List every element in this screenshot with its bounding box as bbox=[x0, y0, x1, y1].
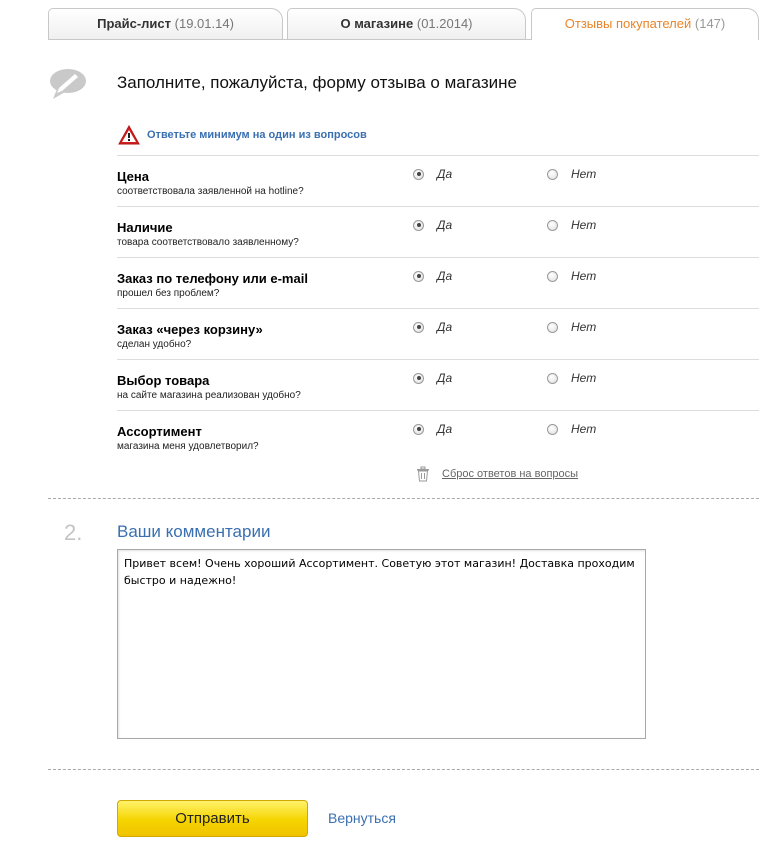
back-link[interactable]: Вернуться bbox=[328, 810, 396, 826]
question-title: Цена bbox=[117, 169, 149, 184]
tab-price-list[interactable]: Прайс-лист (19.01.14) bbox=[48, 8, 283, 39]
answer-no-label: Нет bbox=[571, 371, 597, 385]
tab-reviews-count: (147) bbox=[694, 16, 726, 31]
form-title: Заполните, пожалуйста, форму отзыва о ма… bbox=[117, 73, 517, 92]
radio-unchecked-icon[interactable] bbox=[547, 270, 558, 282]
answer-yes-label: Да bbox=[437, 422, 453, 436]
question-subtitle: сделан удобно? bbox=[117, 339, 192, 350]
answer-no-label: Нет bbox=[571, 218, 597, 232]
radio-checked-icon[interactable] bbox=[413, 321, 424, 333]
question-row-assortment: Ассортимент магазина меня удовлетворил? … bbox=[117, 410, 759, 461]
submit-button[interactable]: Отправить bbox=[117, 800, 308, 837]
question-row-price: Цена соответствовала заявленной на hotli… bbox=[117, 155, 759, 206]
answer-no-label: Нет bbox=[571, 167, 597, 181]
question-subtitle: товара соответствовало заявленному? bbox=[117, 237, 299, 248]
reset-answers-link[interactable]: Сброс ответов на вопросы bbox=[416, 466, 578, 482]
comments-title: Ваши комментарии bbox=[117, 522, 271, 541]
answer-yes-label: Да bbox=[437, 167, 453, 181]
radio-unchecked-icon[interactable] bbox=[547, 321, 558, 333]
answer-no-label: Нет bbox=[571, 269, 597, 283]
question-subtitle: магазина меня удовлетворил? bbox=[117, 441, 259, 452]
question-subtitle: соответствовала заявленной на hotline? bbox=[117, 186, 304, 197]
tab-bar: Прайс-лист (19.01.14) О магазине (01.201… bbox=[0, 0, 759, 40]
answer-no-radio[interactable]: Нет bbox=[547, 422, 596, 436]
tab-reviews[interactable]: Отзывы покупателей (147) bbox=[531, 8, 759, 40]
tab-price-list-date: (19.01.14) bbox=[174, 16, 234, 31]
answer-yes-radio[interactable]: Да bbox=[413, 320, 452, 334]
section-divider bbox=[48, 769, 759, 770]
radio-unchecked-icon[interactable] bbox=[547, 219, 558, 231]
answer-yes-label: Да bbox=[437, 269, 453, 283]
answer-yes-label: Да bbox=[437, 371, 453, 385]
question-subtitle: прошел без проблем? bbox=[117, 288, 220, 299]
question-subtitle: на сайте магазина реализован удобно? bbox=[117, 390, 301, 401]
answer-no-label: Нет bbox=[571, 320, 597, 334]
comment-textarea[interactable]: Привет всем! Очень хороший Ассортимент. … bbox=[117, 549, 646, 739]
answer-yes-radio[interactable]: Да bbox=[413, 218, 452, 232]
question-title: Выбор товара bbox=[117, 373, 210, 388]
answer-yes-label: Да bbox=[437, 218, 453, 232]
answer-no-radio[interactable]: Нет bbox=[547, 218, 596, 232]
radio-checked-icon[interactable] bbox=[413, 270, 424, 282]
answer-no-radio[interactable]: Нет bbox=[547, 371, 596, 385]
answer-yes-radio[interactable]: Да bbox=[413, 422, 452, 436]
radio-checked-icon[interactable] bbox=[413, 168, 424, 180]
question-title: Заказ по телефону или e-mail bbox=[117, 271, 308, 286]
warning-icon bbox=[118, 125, 140, 145]
reset-answers-label[interactable]: Сброс ответов на вопросы bbox=[442, 468, 578, 480]
answer-yes-label: Да bbox=[437, 320, 453, 334]
tab-price-list-label: Прайс-лист bbox=[97, 16, 172, 31]
radio-checked-icon[interactable] bbox=[413, 219, 424, 231]
question-row-availability: Наличие товара соответствовало заявленно… bbox=[117, 206, 759, 257]
tab-about-shop-label: О магазине bbox=[340, 16, 414, 31]
step-number: 2. bbox=[64, 520, 83, 545]
answer-no-radio[interactable]: Нет bbox=[547, 167, 596, 181]
answer-yes-radio[interactable]: Да bbox=[413, 269, 452, 283]
question-title: Ассортимент bbox=[117, 424, 202, 439]
radio-unchecked-icon[interactable] bbox=[547, 168, 558, 180]
radio-checked-icon[interactable] bbox=[413, 423, 424, 435]
answer-yes-radio[interactable]: Да bbox=[413, 167, 452, 181]
answer-no-label: Нет bbox=[571, 422, 597, 436]
question-title: Заказ «через корзину» bbox=[117, 322, 263, 337]
tab-about-shop-date: (01.2014) bbox=[416, 16, 473, 31]
radio-checked-icon[interactable] bbox=[413, 372, 424, 384]
tab-about-shop[interactable]: О магазине (01.2014) bbox=[287, 8, 526, 39]
speech-bubble-pencil-icon bbox=[50, 69, 86, 99]
trash-icon bbox=[417, 466, 429, 482]
question-title: Наличие bbox=[117, 220, 173, 235]
question-list: Цена соответствовала заявленной на hotli… bbox=[117, 155, 759, 461]
answer-no-radio[interactable]: Нет bbox=[547, 269, 596, 283]
question-row-cart-order: Заказ «через корзину» сделан удобно? Да … bbox=[117, 308, 759, 359]
question-row-phone-order: Заказ по телефону или e-mail прошел без … bbox=[117, 257, 759, 308]
warning-message: Ответьте минимум на один из вопросов bbox=[147, 129, 367, 141]
answer-no-radio[interactable]: Нет bbox=[547, 320, 596, 334]
radio-unchecked-icon[interactable] bbox=[547, 372, 558, 384]
tab-reviews-label: Отзывы покупателей bbox=[564, 16, 692, 31]
answer-yes-radio[interactable]: Да bbox=[413, 371, 452, 385]
radio-unchecked-icon[interactable] bbox=[547, 423, 558, 435]
section-divider bbox=[48, 498, 759, 499]
question-row-product-choice: Выбор товара на сайте магазина реализова… bbox=[117, 359, 759, 410]
